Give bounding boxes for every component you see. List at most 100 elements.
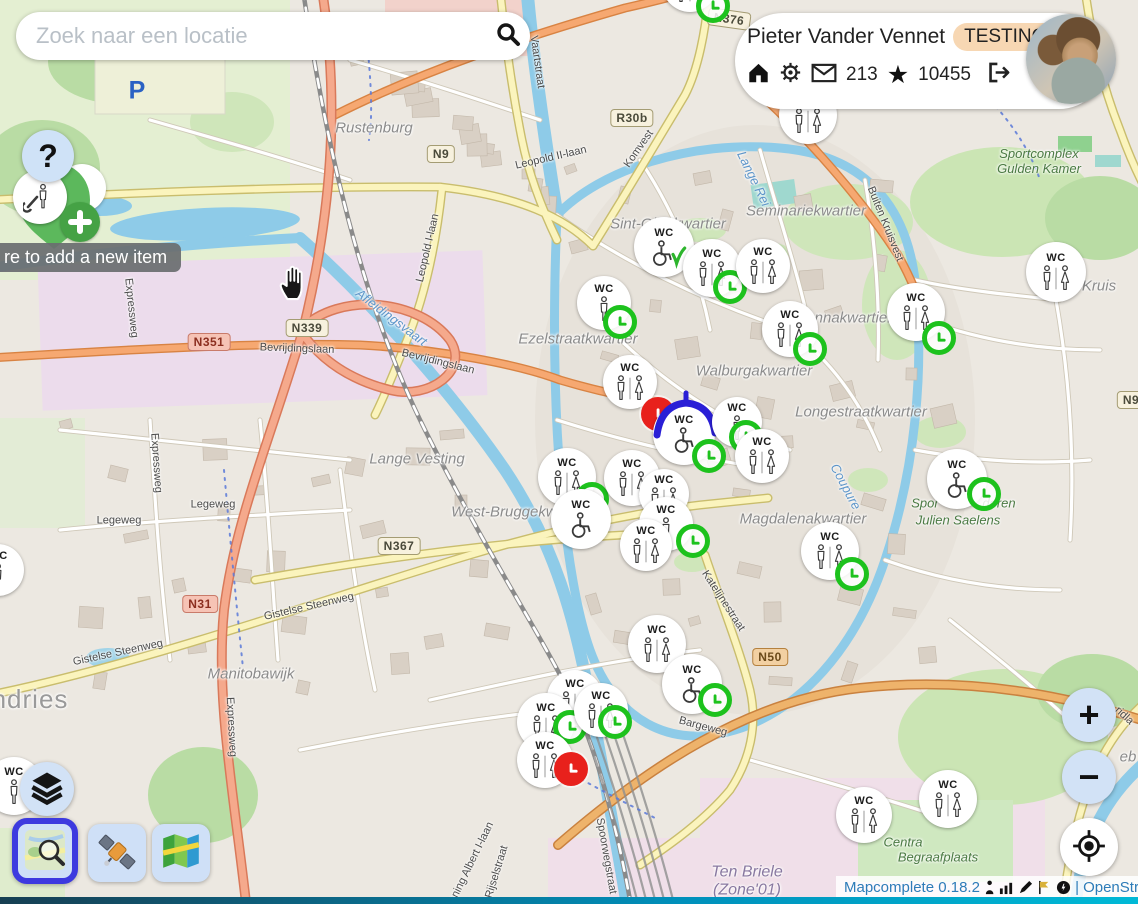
search-icon [493, 20, 523, 53]
home-icon[interactable] [747, 61, 770, 89]
toilet-marker[interactable]: WC [735, 429, 789, 483]
marker-label: WC [752, 437, 771, 448]
opening-hours-badge [967, 477, 1001, 511]
marker-label: WC [702, 249, 721, 260]
marker-label: WC [820, 532, 839, 543]
toilet-marker[interactable]: WC [620, 519, 672, 571]
background-osm-button[interactable] [12, 818, 78, 884]
toilet-marker[interactable]: WC [683, 239, 741, 297]
toilet-marker[interactable]: WC [551, 489, 611, 549]
marker-label: WC [727, 403, 746, 414]
marker-label: WC [674, 415, 693, 426]
osm-map-icon [23, 828, 67, 875]
marker-label: WC [620, 363, 639, 374]
toilet-repair-icon [23, 180, 57, 214]
toilet-marker[interactable]: WC [662, 654, 722, 714]
hand-cursor-icon [276, 264, 312, 307]
toilet-marker[interactable]: WC [603, 355, 657, 409]
marker-label: WC [536, 703, 555, 714]
community-icon [1056, 880, 1071, 895]
osm-link[interactable]: OpenStreetMap [1083, 879, 1138, 896]
zoom-out-button[interactable]: − [1062, 750, 1116, 804]
opening-hours-badge [692, 439, 726, 473]
toilet-marker[interactable]: WC [836, 787, 892, 843]
marker-label: WC [647, 625, 666, 636]
mapcomplete-version-link[interactable]: Mapcomplete 0.18.2 [844, 879, 980, 896]
geolocate-icon [1071, 828, 1107, 867]
marker-label: WC [594, 284, 613, 295]
satellite-icon [95, 830, 139, 877]
marker-label: WC [753, 247, 772, 258]
marker-label: WC [535, 741, 554, 752]
marker-label: WC [854, 796, 873, 807]
changeset-count: 10455 [918, 64, 971, 86]
marker-label: WC [656, 505, 675, 516]
opening-hours-badge [676, 524, 710, 558]
layers-icon [27, 767, 67, 812]
toilet-marker[interactable]: WC [736, 239, 790, 293]
opening-hours-badge [922, 321, 956, 355]
statistics-icon [999, 880, 1014, 895]
search-button[interactable] [486, 14, 530, 58]
help-button[interactable]: ? [22, 130, 74, 182]
search-bar[interactable] [16, 12, 530, 60]
user-name: Pieter Vander Vennet [747, 25, 945, 49]
help-label: ? [38, 138, 58, 175]
toilet-marker[interactable]: WC [653, 403, 715, 465]
gear-icon[interactable] [779, 61, 802, 89]
marker-label: WC [654, 228, 673, 239]
opening-hours-badge [698, 683, 732, 717]
add-item-tooltip: re to add a new item [0, 243, 181, 272]
attribution-bar: Mapcomplete 0.18.2 | OpenStreetMap [836, 876, 1138, 898]
geolocate-button[interactable] [1060, 818, 1118, 876]
toilet-marker[interactable]: WC [517, 732, 573, 788]
opening-hours-badge [603, 305, 637, 339]
marker-label: WC [654, 475, 673, 486]
pencil-icon [1018, 880, 1033, 895]
toilet-marker[interactable]: WC [887, 283, 945, 341]
marker-label: WC [636, 526, 655, 537]
opening-hours-badge [835, 557, 869, 591]
messages-count: 213 [846, 64, 878, 86]
marker-label: WC [780, 310, 799, 321]
marker-label: WC [557, 458, 576, 469]
toilet-marker[interactable]: WC [801, 522, 859, 580]
marker-label: WC [682, 665, 701, 676]
brand-progress-bar [0, 897, 1138, 904]
zoom-in-button[interactable]: + [1062, 688, 1116, 742]
marker-label: WC [1046, 253, 1065, 264]
marker-label: WC [571, 500, 590, 511]
avatar[interactable] [1026, 14, 1116, 104]
layers-button[interactable] [20, 762, 74, 816]
background-satellite-button[interactable] [88, 824, 146, 882]
toilet-marker[interactable]: WC [577, 276, 631, 330]
marker-label: WC [4, 767, 23, 778]
marker-label: WC [938, 780, 957, 791]
toilet-marker[interactable]: WC [574, 683, 628, 737]
background-map-button[interactable] [152, 824, 210, 882]
opening-hours-badge [793, 332, 827, 366]
star-icon: ★ [887, 63, 909, 88]
marker-label: WC [591, 691, 610, 702]
folded-map-icon [159, 830, 203, 877]
marker-label: WC [565, 679, 584, 690]
plus-icon [60, 202, 100, 242]
opening-hours-badge [598, 705, 632, 739]
attribution-separator: | [1075, 879, 1079, 896]
surveyor-flag-icon [1037, 880, 1052, 895]
search-input[interactable] [34, 22, 486, 50]
toilet-marker[interactable]: WC [927, 449, 987, 509]
marker-label: WC [622, 459, 641, 470]
contributor-icon [984, 880, 995, 895]
messages-icon[interactable] [811, 62, 837, 89]
toilet-marker[interactable]: WC [762, 301, 818, 357]
toilet-marker[interactable]: WC [919, 770, 977, 828]
map-canvas[interactable]: Brugge- Sint-PietersRustenburgSint-Gilli… [0, 0, 1138, 904]
marker-label: WC [906, 293, 925, 304]
toilet-marker[interactable]: WC [1026, 242, 1086, 302]
logout-icon[interactable] [986, 61, 1011, 89]
marker-label: WC [0, 551, 8, 562]
marker-label: WC [947, 460, 966, 471]
opening-hours-badge [554, 752, 588, 786]
user-name-row: Pieter Vander Vennet TESTING [747, 23, 1057, 51]
